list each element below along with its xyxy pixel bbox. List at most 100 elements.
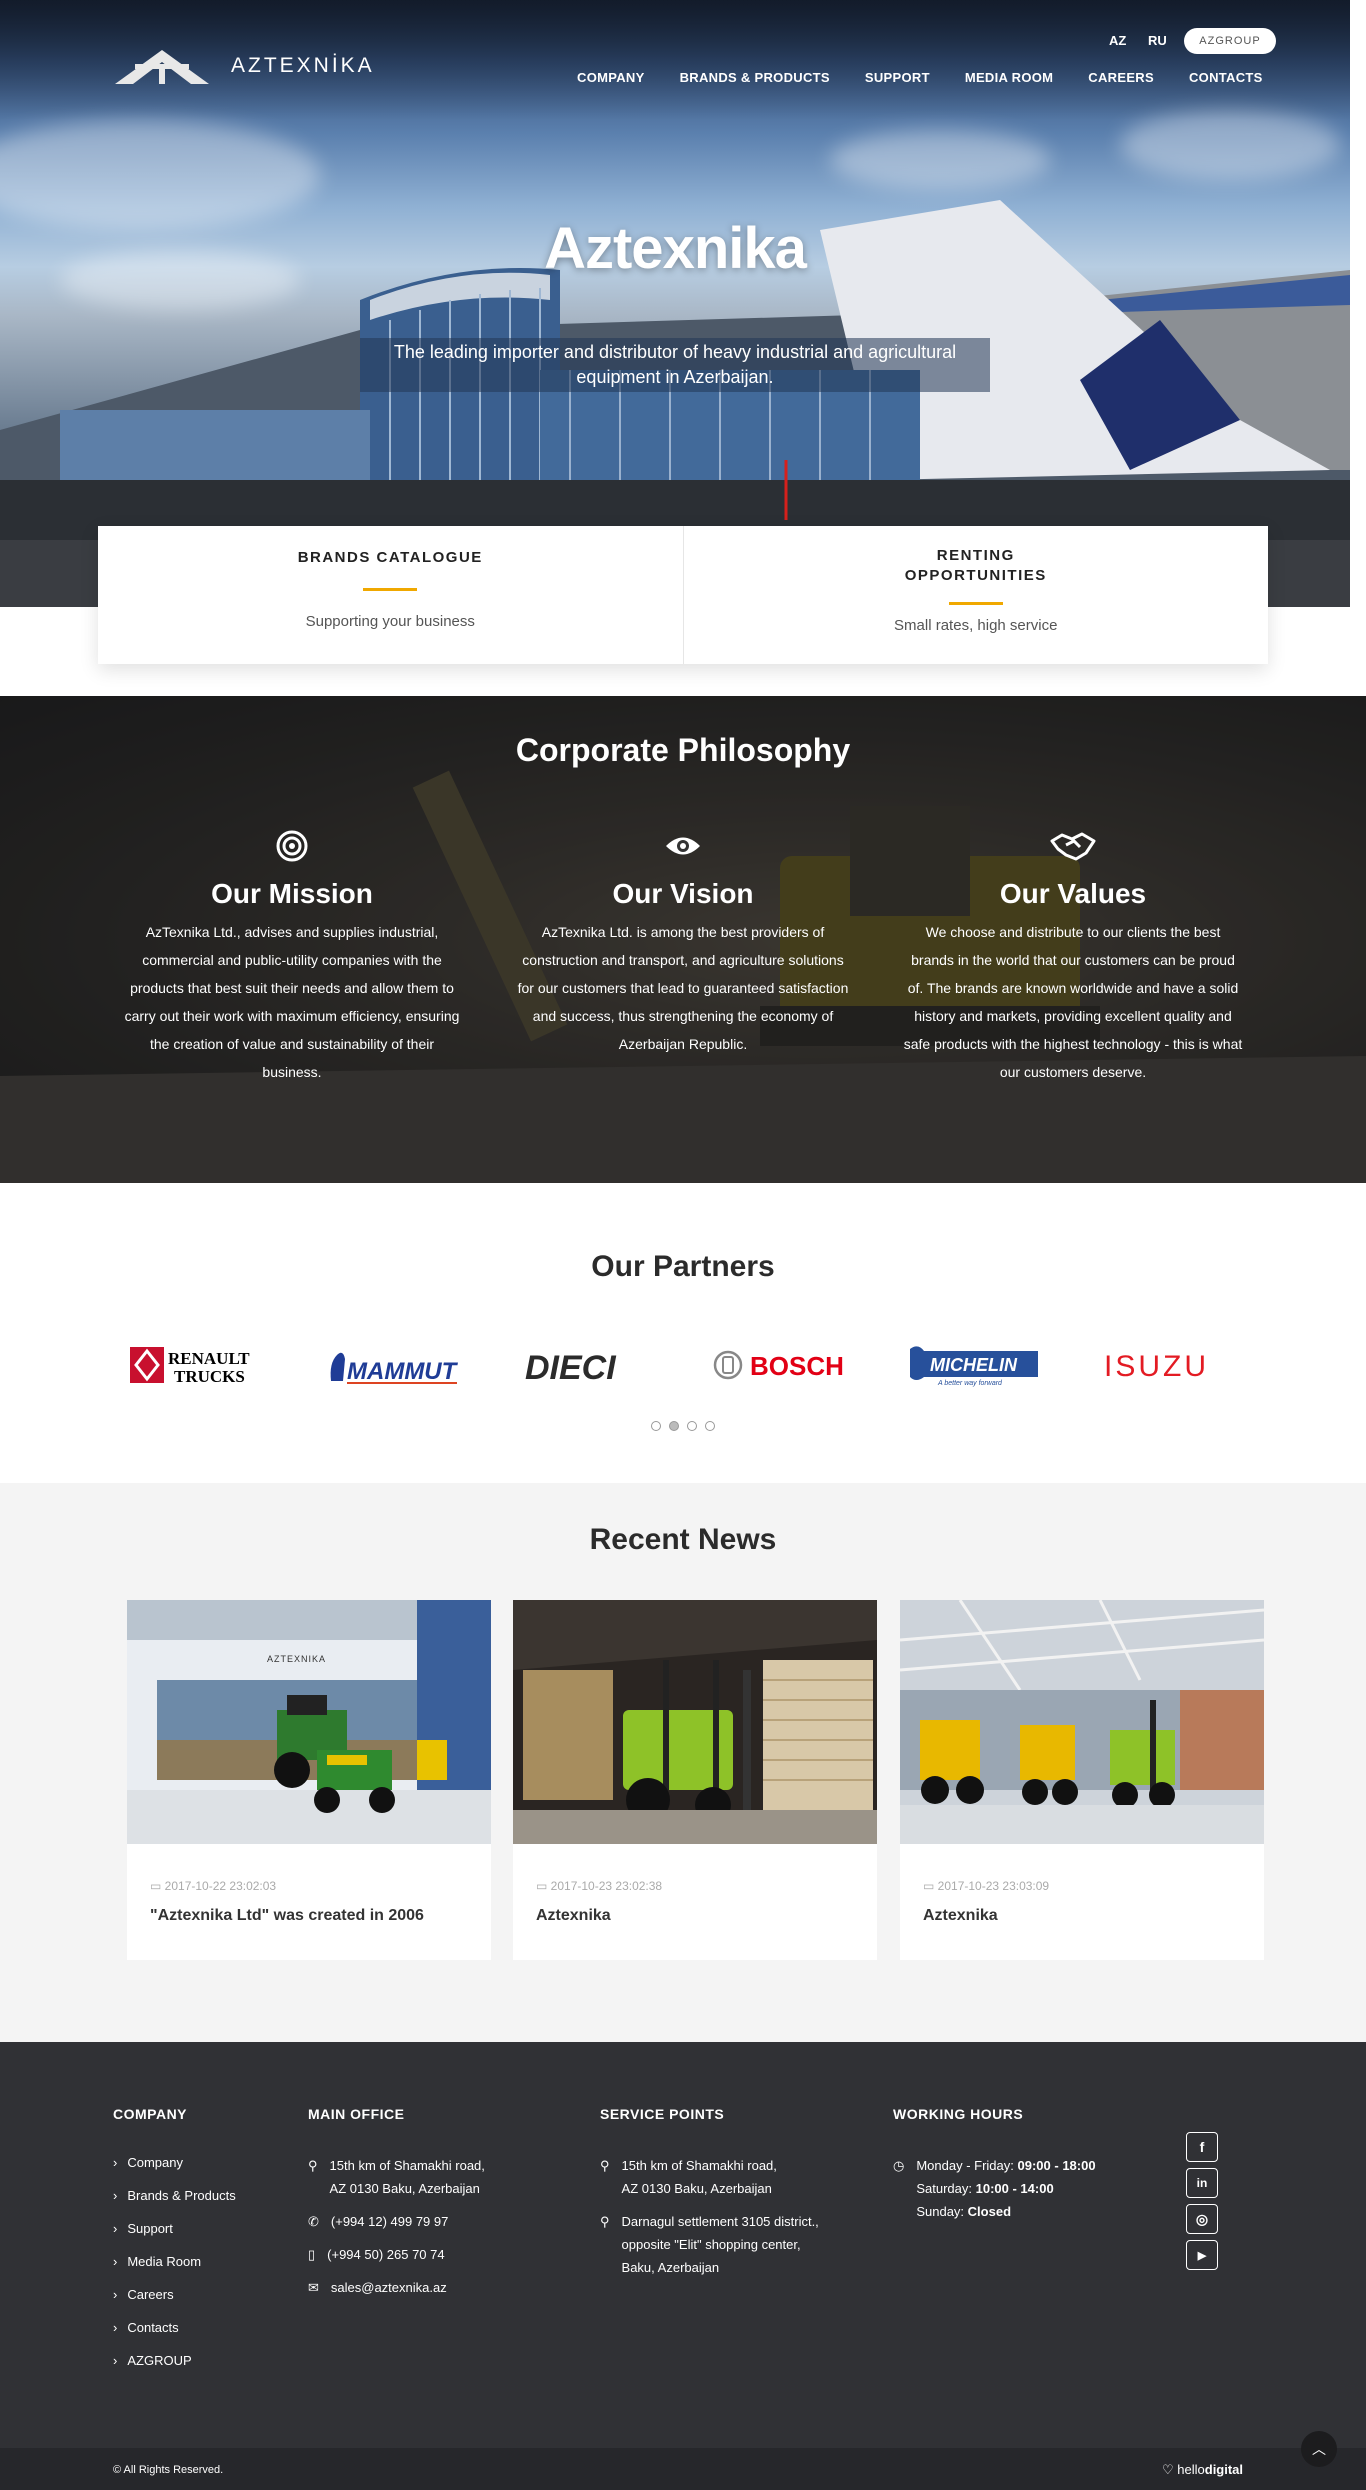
news-image-loaders[interactable]	[900, 1600, 1264, 1844]
footer-link-contacts[interactable]: › Contacts	[113, 2320, 236, 2353]
vision-text: AzTexnika Ltd. is among the best provide…	[517, 924, 849, 1052]
nav-contacts[interactable]: CONTACTS	[1189, 70, 1263, 85]
partner-bosch[interactable]: BOSCH	[712, 1340, 847, 1390]
partner-isuzu[interactable]: ISUZU	[1102, 1340, 1232, 1390]
news-card[interactable]: ▭ 2017-10-23 23:02:38 Aztexnika	[513, 1600, 877, 1960]
renting-opportunities-card[interactable]: RENTING OPPORTUNITIES Small rates, high …	[682, 526, 1269, 664]
carousel-dots	[651, 1421, 715, 1431]
location-pin-icon: ⚲	[600, 2158, 610, 2173]
news-card[interactable]: ▭ 2017-10-23 23:03:09 Aztexnika	[900, 1600, 1264, 1960]
partner-dieci[interactable]: DIECI	[523, 1340, 648, 1390]
section-title: Our Partners	[591, 1250, 775, 1283]
svg-text:MICHELIN: MICHELIN	[930, 1355, 1018, 1375]
phone-icon: ✆	[308, 2214, 319, 2229]
copyright: © All Rights Reserved.	[113, 2464, 224, 2476]
footer-link-label: Careers	[127, 2287, 174, 2302]
lang-ru[interactable]: RU	[1148, 33, 1167, 48]
nav-brands-products[interactable]: BRANDS & PRODUCTS	[680, 70, 830, 85]
values-title: Our Values	[999, 878, 1147, 909]
youtube-icon[interactable]: ▶	[1186, 2240, 1218, 2270]
location-pin-icon: ⚲	[308, 2158, 318, 2173]
news-image-tractors[interactable]: AZTEXNIKA	[127, 1600, 491, 1844]
heart-icon: ♡	[1162, 2462, 1174, 2477]
news-date-text: 2017-10-22 23:02:03	[164, 1879, 277, 1893]
brands-catalogue-card[interactable]: BRANDS CATALOGUE Supporting your busines…	[98, 526, 683, 664]
svg-text:DIECI: DIECI	[525, 1349, 617, 1385]
news-image-forklift[interactable]	[513, 1600, 877, 1844]
address-line: AZ 0130 Baku, Azerbaijan	[621, 2181, 772, 2196]
news-title[interactable]: Aztexnika	[536, 1907, 611, 1925]
chevron-right-icon: ›	[113, 2155, 118, 2170]
carousel-dot-active[interactable]	[669, 1421, 679, 1431]
news-card[interactable]: AZTEXNIKA ▭ 2017-10-22 23:02:03 "Aztexni…	[127, 1600, 491, 1960]
carousel-dot[interactable]	[705, 1421, 715, 1431]
bosch-logo-icon: BOSCH	[713, 1350, 844, 1381]
footer-link-careers[interactable]: › Careers	[113, 2287, 236, 2320]
partner-renault-trucks[interactable]: RENAULT TRUCKS	[130, 1340, 265, 1390]
nav-media-room[interactable]: MEDIA ROOM	[965, 70, 1053, 85]
hours-label: Sunday:	[916, 2204, 965, 2219]
mobile-text: (+994 50) 265 70 74	[327, 2247, 445, 2262]
hours-value: Closed	[967, 2204, 1012, 2219]
footer-link-brands-products[interactable]: › Brands & Products	[113, 2188, 236, 2221]
svg-text:A better way forward: A better way forward	[937, 1380, 1003, 1387]
footer-link-label: Media Room	[127, 2254, 202, 2269]
carousel-dot[interactable]	[687, 1421, 697, 1431]
credit-light: hello	[1177, 2462, 1205, 2477]
mission-title: Our Mission	[211, 878, 373, 909]
main-office-mobile[interactable]: ▯ (+994 50) 265 70 74	[308, 2243, 445, 2266]
logo-icon	[115, 50, 209, 84]
main-office-phone[interactable]: ✆ (+994 12) 499 79 97	[308, 2210, 448, 2233]
logo[interactable]: AZTEXNİKA	[115, 48, 375, 84]
nav-company[interactable]: COMPANY	[577, 70, 645, 85]
linkedin-icon[interactable]: in	[1186, 2168, 1218, 2198]
main-office-email[interactable]: ✉ sales@aztexnika.az	[308, 2276, 447, 2299]
footer-heading-main-office: MAIN OFFICE	[308, 2106, 405, 2122]
address-line: 15th km of Shamakhi road,	[329, 2158, 485, 2173]
footer-link-label: Support	[127, 2221, 173, 2236]
footer-link-azgroup[interactable]: › AZGROUP	[113, 2353, 236, 2386]
footer-bottom-bar: © All Rights Reserved. ♡ hellodigital	[0, 2448, 1366, 2490]
chevron-up-icon: ︿	[1312, 2441, 1326, 2457]
email-text: sales@aztexnika.az	[330, 2280, 447, 2295]
calendar-icon: ▭	[923, 1879, 938, 1893]
corporate-philosophy: Corporate Philosophy Our Mission AzTexni…	[0, 696, 1366, 1183]
footer-link-label: Contacts	[127, 2320, 179, 2335]
handshake-icon	[903, 826, 1243, 866]
values-column: Our Values We choose and distribute to o…	[903, 826, 1243, 1086]
footer-link-company[interactable]: › Company	[113, 2155, 236, 2188]
section-title: Recent News	[589, 1523, 777, 1556]
hero-banner: AZTEXNİKA AZ RU AZGROUP COMPANY BRANDS &…	[0, 0, 1350, 607]
partner-michelin[interactable]: MICHELIN A better way forward	[908, 1340, 1043, 1390]
footer-heading-service-points: SERVICE POINTS	[600, 2106, 725, 2122]
partner-mammut[interactable]: MAMMUT	[325, 1340, 460, 1390]
footer-heading-company: COMPANY	[113, 2106, 188, 2122]
hellodigital-credit[interactable]: ♡ hellodigital	[1162, 2462, 1243, 2478]
footer-link-media-room[interactable]: › Media Room	[113, 2254, 236, 2287]
news-title[interactable]: "Aztexnika Ltd" was created in 2006	[150, 1907, 424, 1925]
logo-text: AZTEXNİKA	[231, 54, 375, 77]
svg-text:RENAULT: RENAULT	[168, 1349, 250, 1368]
address-line: Baku, Azerbaijan	[621, 2260, 720, 2275]
instagram-icon[interactable]: ◎	[1186, 2204, 1218, 2234]
carousel-dot[interactable]	[651, 1421, 661, 1431]
nav-support[interactable]: SUPPORT	[865, 70, 930, 85]
phone-text: (+994 12) 499 79 97	[330, 2214, 449, 2229]
mission-column: Our Mission AzTexnika Ltd., advises and …	[122, 826, 462, 1086]
eye-icon	[513, 826, 853, 866]
service-point-1: ⚲ 15th km of Shamakhi road, AZ 0130 Baku,…	[600, 2154, 777, 2200]
footer-link-label: Company	[127, 2155, 183, 2170]
news-date-text: 2017-10-23 23:02:38	[550, 1879, 663, 1893]
chevron-right-icon: ›	[113, 2254, 118, 2269]
news-title[interactable]: Aztexnika	[923, 1907, 998, 1925]
clock-icon: ◷	[893, 2158, 905, 2173]
footer-link-support[interactable]: › Support	[113, 2221, 236, 2254]
michelin-logo-icon: MICHELIN A better way forward	[910, 1346, 1038, 1387]
facebook-icon[interactable]: f	[1186, 2132, 1218, 2162]
recent-news: Recent News AZTEXNIKA ▭ 2017-10-22 23:02…	[0, 1483, 1366, 2042]
lang-az[interactable]: AZ	[1109, 33, 1126, 48]
azgroup-button[interactable]: AZGROUP	[1184, 28, 1276, 54]
nav-careers[interactable]: CAREERS	[1088, 70, 1154, 85]
card-title: BRANDS CATALOGUE	[297, 549, 483, 566]
scroll-to-top-button[interactable]: ︿	[1301, 2431, 1337, 2467]
